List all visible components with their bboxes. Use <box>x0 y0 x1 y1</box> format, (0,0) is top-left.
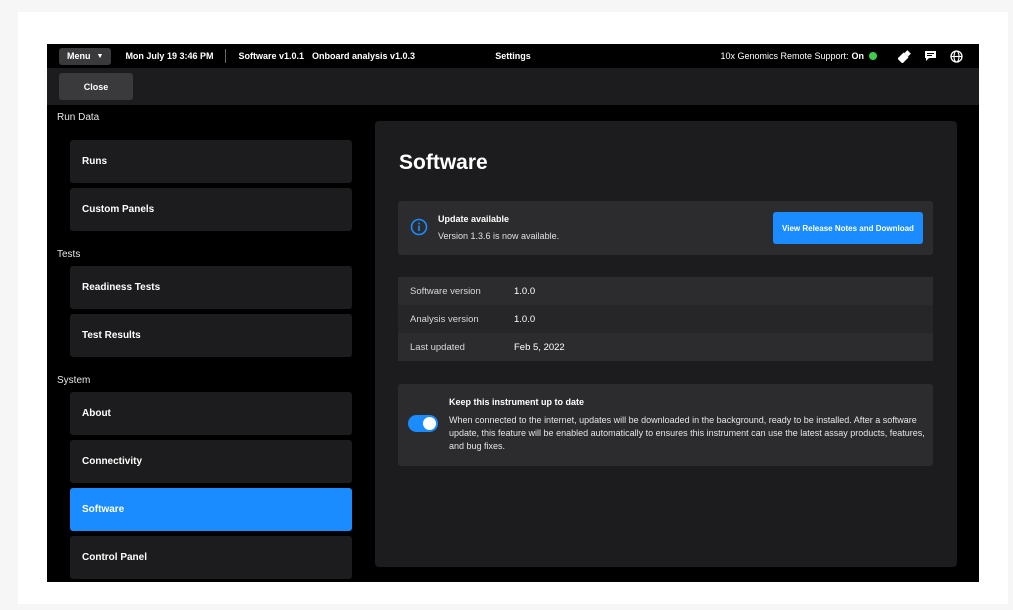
info-icon <box>410 218 428 241</box>
remote-support-label: 10x Genomics Remote Support: <box>720 51 849 61</box>
status-area: 10x Genomics Remote Support: On <box>720 49 969 63</box>
auto-update-card: Keep this instrument up to date When con… <box>398 384 933 466</box>
sidebar-item-runs[interactable]: Runs <box>70 140 352 183</box>
settings-sidebar: Run Data Runs Custom Panels Tests Readin… <box>47 105 362 582</box>
update-title: Update available <box>438 214 510 224</box>
sidebar-item-custom-panels[interactable]: Custom Panels <box>70 188 352 231</box>
globe-icon[interactable] <box>943 49 969 63</box>
info-row-last-updated: Last updated Feb 5, 2022 <box>398 333 933 361</box>
menu-button[interactable]: Menu ▼ <box>59 47 112 65</box>
message-icon[interactable] <box>917 50 943 62</box>
sub-bar: Close <box>47 68 979 105</box>
update-available-card: Update available Version 1.3.6 is now av… <box>398 201 933 255</box>
status-indicator <box>869 52 877 60</box>
page-title: Software <box>399 151 488 174</box>
screen-title: Settings <box>495 51 531 61</box>
info-key: Last updated <box>410 341 465 353</box>
toggle-knob <box>423 417 436 430</box>
sidebar-item-connectivity[interactable]: Connectivity <box>70 440 352 483</box>
top-bar: Menu ▼ Mon July 19 3:46 PM Software v1.0… <box>47 44 979 68</box>
software-version-label: Software v1.0.1 <box>238 51 304 61</box>
info-row-analysis-version: Analysis version 1.0.0 <box>398 305 933 333</box>
auto-update-title: Keep this instrument up to date <box>449 397 585 407</box>
view-release-notes-button[interactable]: View Release Notes and Download <box>773 212 923 244</box>
sidebar-item-about[interactable]: About <box>70 392 352 435</box>
section-label-run-data: Run Data <box>57 112 100 123</box>
sidebar-item-control-panel[interactable]: Control Panel <box>70 536 352 579</box>
software-panel: Software Update available Version 1.3.6 … <box>375 121 957 567</box>
sidebar-item-readiness-tests[interactable]: Readiness Tests <box>70 266 352 309</box>
section-label-tests: Tests <box>57 249 81 260</box>
info-value: 1.0.0 <box>514 285 536 297</box>
info-key: Analysis version <box>410 313 479 325</box>
info-value: 1.0.0 <box>514 313 536 325</box>
analysis-version-label: Onboard analysis v1.0.3 <box>312 51 416 61</box>
menu-label: Menu <box>67 51 91 61</box>
auto-update-toggle[interactable] <box>408 415 438 432</box>
instrument-screen: Menu ▼ Mon July 19 3:46 PM Software v1.0… <box>47 44 979 582</box>
caret-down-icon: ▼ <box>96 52 104 60</box>
section-label-system: System <box>57 375 91 386</box>
info-value: Feb 5, 2022 <box>514 341 565 353</box>
divider <box>225 49 227 63</box>
sidebar-item-test-results[interactable]: Test Results <box>70 314 352 357</box>
remote-support-status: On <box>851 51 865 61</box>
datetime: Mon July 19 3:46 PM <box>125 51 214 61</box>
info-row-software-version: Software version 1.0.0 <box>398 277 933 305</box>
info-key: Software version <box>410 285 481 297</box>
update-subtitle: Version 1.3.6 is now available. <box>438 231 560 241</box>
sidebar-item-software[interactable]: Software <box>70 488 352 531</box>
auto-update-description: When connected to the internet, updates … <box>449 415 925 451</box>
version-info-table: Software version 1.0.0 Analysis version … <box>398 277 933 361</box>
close-button[interactable]: Close <box>59 73 133 100</box>
usb-drive-icon[interactable] <box>891 49 917 63</box>
